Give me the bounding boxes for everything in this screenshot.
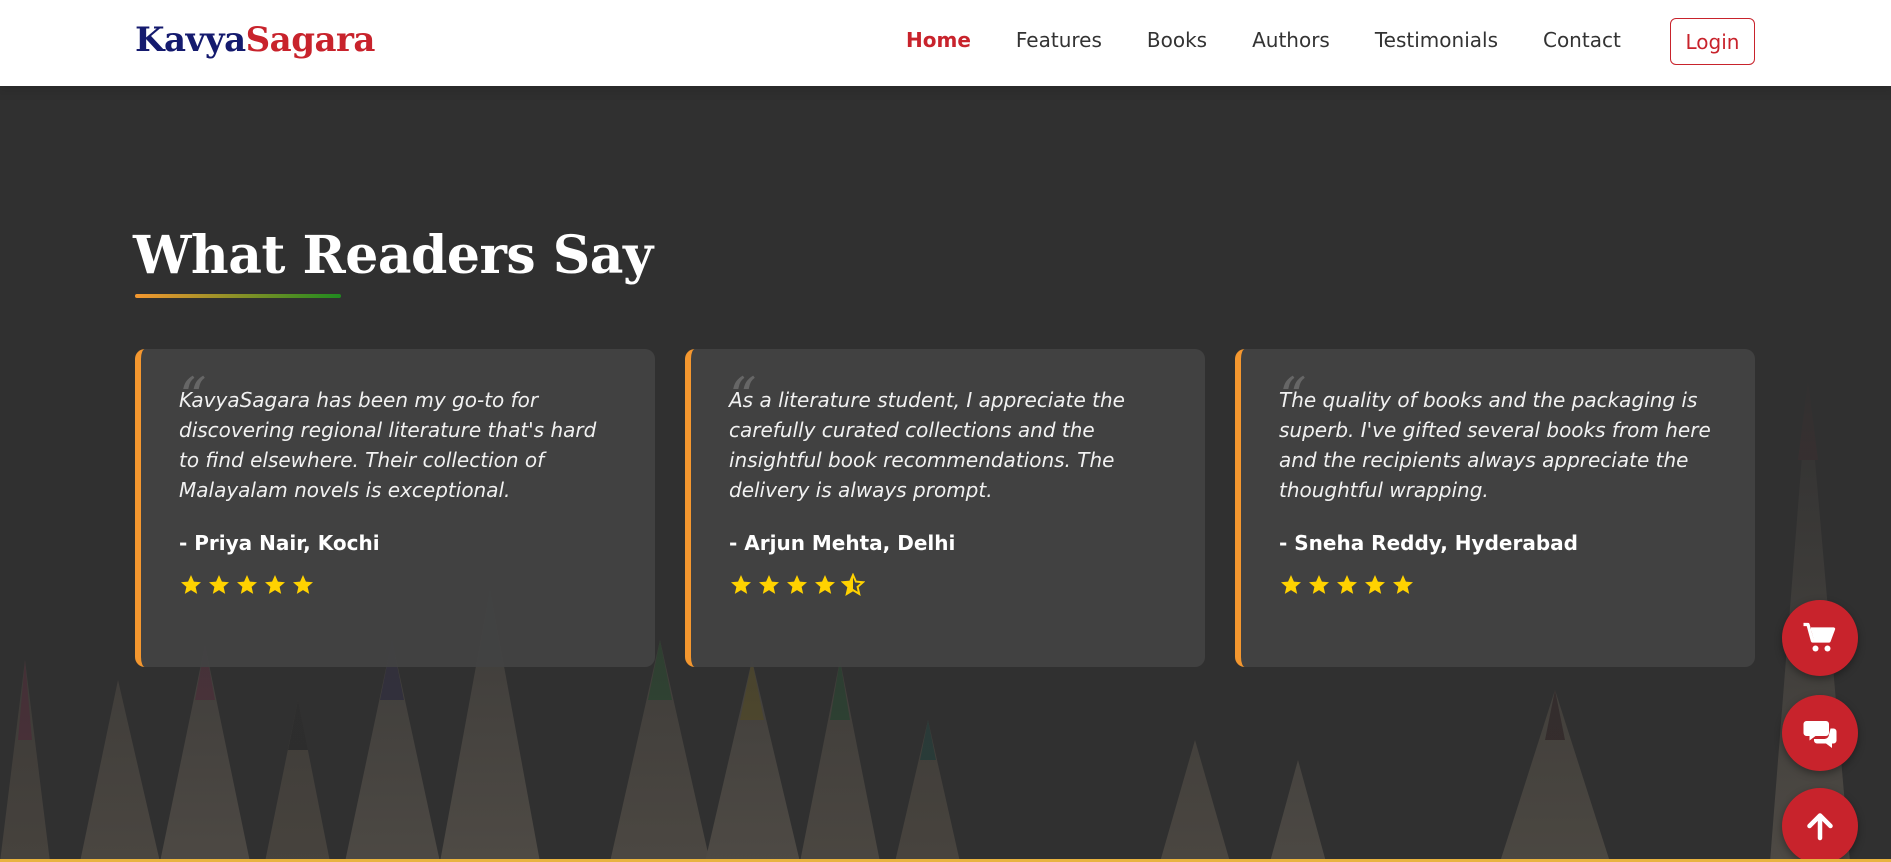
testimonial-card: “ The quality of books and the packaging… — [1235, 349, 1755, 667]
star-full-icon — [787, 575, 807, 594]
testimonial-author: - Arjun Mehta, Delhi — [729, 531, 956, 555]
star-rating — [729, 573, 1169, 597]
star-half-icon — [841, 573, 865, 596]
star-full-icon — [731, 575, 751, 594]
brand-logo[interactable]: KavyaSagara — [135, 20, 375, 60]
star-full-icon — [181, 575, 201, 594]
testimonial-text: As a literature student, I appreciate th… — [729, 388, 1125, 502]
title-underline — [135, 294, 341, 298]
scroll-to-top-button[interactable] — [1782, 788, 1858, 862]
star-full-icon — [1393, 575, 1413, 594]
testimonial-text: The quality of books and the packaging i… — [1279, 388, 1711, 502]
star-full-icon — [759, 575, 779, 594]
cart-icon — [1803, 622, 1836, 652]
nav-link-home[interactable]: Home — [906, 28, 971, 52]
star-rating — [1279, 573, 1719, 597]
nav-link-authors[interactable]: Authors — [1252, 28, 1330, 52]
star-full-icon — [209, 575, 229, 594]
star-full-icon — [1365, 575, 1385, 594]
navbar: KavyaSagara Home Features Books Authors … — [0, 0, 1891, 86]
star-full-icon — [815, 575, 835, 594]
star-full-icon — [265, 575, 285, 594]
testimonial-card: “ KavyaSagara has been my go-to for disc… — [135, 349, 655, 667]
testimonials-section: What Readers Say “ KavyaSagara has been … — [0, 100, 1891, 862]
chat-button[interactable] — [1782, 695, 1858, 771]
testimonial-author: - Sneha Reddy, Hyderabad — [1279, 531, 1578, 555]
brand-logo-part2: Sagara — [245, 20, 376, 60]
arrow-up-icon — [1807, 813, 1833, 841]
star-full-icon — [293, 575, 313, 594]
chat-icon — [1803, 721, 1837, 748]
star-rating — [179, 573, 619, 597]
nav-link-testimonials[interactable]: Testimonials — [1375, 28, 1498, 52]
star-full-icon — [237, 575, 257, 594]
section-title: What Readers Say — [133, 225, 653, 286]
testimonial-text: KavyaSagara has been my go-to for discov… — [179, 388, 597, 502]
login-button[interactable]: Login — [1670, 18, 1755, 65]
star-full-icon — [1309, 575, 1329, 594]
nav-link-books[interactable]: Books — [1147, 28, 1207, 52]
nav-link-contact[interactable]: Contact — [1543, 28, 1621, 52]
star-full-icon — [1337, 575, 1357, 594]
testimonial-author: - Priya Nair, Kochi — [179, 531, 380, 555]
main-nav: Home Features Books Authors Testimonials… — [906, 28, 1666, 52]
testimonial-card: “ As a literature student, I appreciate … — [685, 349, 1205, 667]
star-full-icon — [1281, 575, 1301, 594]
cart-button[interactable] — [1782, 600, 1858, 676]
nav-link-features[interactable]: Features — [1016, 28, 1102, 52]
brand-logo-part1: Kavya — [135, 20, 246, 60]
